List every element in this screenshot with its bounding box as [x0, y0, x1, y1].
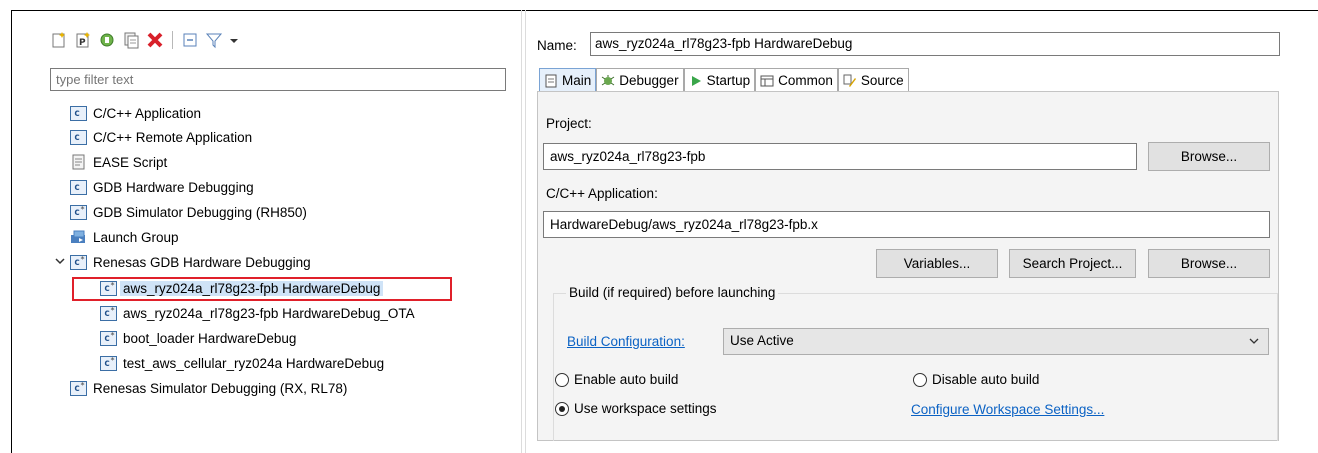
- name-row: Name:: [537, 38, 577, 53]
- filter-input[interactable]: [50, 68, 506, 91]
- c-star-icon: c *: [70, 254, 87, 270]
- svg-text:P: P: [79, 38, 86, 48]
- c-star-icon: c *: [100, 280, 117, 296]
- launch-config-editor: Name: aws_ryz024a_rl78g23-fpb HardwareDe…: [533, 22, 1293, 452]
- tree-item-label: Launch Group: [93, 229, 179, 245]
- configure-workspace-settings-link[interactable]: Configure Workspace Settings...: [911, 402, 1104, 417]
- tree-item-label: GDB Hardware Debugging: [93, 179, 254, 195]
- project-field[interactable]: aws_ryz024a_rl78g23-fpb: [543, 143, 1137, 170]
- export-icon[interactable]: [98, 31, 116, 49]
- c-star-icon: c *: [70, 204, 87, 220]
- radio-use-workspace-settings[interactable]: Use workspace settings: [555, 401, 717, 416]
- toolbar-separator: [172, 31, 173, 49]
- tree-item-gdb-simulator-debugging[interactable]: c * GDB Simulator Debugging (RH850): [70, 201, 307, 223]
- project-browse-button[interactable]: Browse...: [1148, 142, 1270, 171]
- new-launch-config-icon[interactable]: [50, 31, 68, 49]
- radio-enable-auto-build[interactable]: Enable auto build: [555, 372, 678, 387]
- c-star-icon: c *: [70, 380, 87, 396]
- script-icon: [70, 154, 87, 170]
- c-star-icon: c *: [100, 355, 117, 371]
- startup-tab-icon: [689, 74, 703, 88]
- tree-item-aws-hardwaredebug-ota[interactable]: c * aws_ryz024a_rl78g23-fpb HardwareDebug…: [100, 302, 415, 324]
- cpp-application-label: C/C++ Application:: [546, 186, 658, 201]
- tree-item-label: C/C++ Application: [93, 105, 202, 121]
- tree-item-launch-group[interactable]: Launch Group: [70, 226, 179, 248]
- chevron-down-icon[interactable]: [54, 254, 66, 268]
- build-configuration-select[interactable]: Use Active: [723, 328, 1269, 355]
- tab-debugger[interactable]: Debugger: [596, 68, 684, 92]
- launch-config-panel: P c C/C++ Application c C/C++ Remote A: [50, 22, 510, 452]
- new-prototype-icon[interactable]: P: [74, 31, 92, 49]
- tab-label: Source: [860, 73, 904, 88]
- name-label: Name:: [537, 38, 577, 53]
- build-configuration-link[interactable]: Build Configuration:: [567, 334, 685, 349]
- launch-config-toolbar: P: [50, 28, 239, 52]
- tree-item-aws-hardwaredebug-selected[interactable]: c * aws_ryz024a_rl78g23-fpb HardwareDebug: [100, 277, 384, 299]
- variables-button[interactable]: Variables...: [876, 249, 998, 278]
- main-tab-content: Project: aws_ryz024a_rl78g23-fpb Browse.…: [537, 91, 1279, 441]
- radio-button[interactable]: [555, 372, 569, 387]
- common-tab-icon: [760, 74, 774, 88]
- search-project-button[interactable]: Search Project...: [1009, 249, 1136, 278]
- tab-label: Startup: [706, 73, 751, 88]
- tree-item-test-aws-cellular[interactable]: c * test_aws_cellular_ryz024a HardwareDeb…: [100, 352, 384, 374]
- main-tab-icon: [544, 74, 558, 88]
- c-icon: c: [70, 129, 87, 145]
- tree-item-label: Renesas GDB Hardware Debugging: [93, 254, 311, 270]
- config-tabs: Main Debugger Startup Common Source: [539, 68, 909, 92]
- tree-item-label: boot_loader HardwareDebug: [123, 330, 297, 346]
- radio-label: Use workspace settings: [574, 401, 717, 416]
- chevron-down-icon: [1248, 334, 1260, 351]
- tree-item-label: GDB Simulator Debugging (RH850): [93, 204, 307, 220]
- tree-item-renesas-gdb-hardware-debugging[interactable]: c * Renesas GDB Hardware Debugging: [55, 251, 311, 273]
- tree-item-label: test_aws_cellular_ryz024a HardwareDebug: [123, 355, 385, 371]
- build-configuration-value: Use Active: [730, 333, 794, 348]
- build-before-launch-group: [553, 293, 1278, 441]
- radio-button[interactable]: [555, 401, 569, 416]
- view-menu-icon[interactable]: [229, 31, 239, 49]
- panel-divider[interactable]: [521, 10, 522, 453]
- c-icon: c: [70, 179, 87, 195]
- tab-label: Common: [778, 73, 833, 88]
- tab-main[interactable]: Main: [539, 68, 597, 92]
- tree-item-renesas-simulator-debugging[interactable]: c * Renesas Simulator Debugging (RX, RL78…: [70, 377, 347, 399]
- radio-label: Disable auto build: [932, 372, 1040, 387]
- radio-button[interactable]: [913, 372, 927, 387]
- duplicate-icon[interactable]: [122, 31, 140, 49]
- tab-label: Debugger: [619, 73, 679, 88]
- project-label: Project:: [546, 116, 592, 131]
- tree-item-label: Renesas Simulator Debugging (RX, RL78): [93, 380, 348, 396]
- tree-item-label: aws_ryz024a_rl78g23-fpb HardwareDebug: [120, 280, 384, 296]
- tree-item-ease-script[interactable]: EASE Script: [70, 151, 167, 173]
- tree-item-label: C/C++ Remote Application: [93, 129, 253, 145]
- cpp-application-field[interactable]: HardwareDebug/aws_ryz024a_rl78g23-fpb.x: [543, 211, 1270, 238]
- c-star-icon: c *: [100, 305, 117, 321]
- tree-item-gdb-hardware-debugging[interactable]: c GDB Hardware Debugging: [70, 176, 254, 198]
- application-browse-button[interactable]: Browse...: [1148, 249, 1270, 278]
- c-icon: c: [70, 105, 87, 121]
- launch-group-icon: [70, 229, 87, 245]
- name-field[interactable]: aws_ryz024a_rl78g23-fpb HardwareDebug: [590, 32, 1280, 56]
- build-group-title: Build (if required) before launching: [566, 285, 779, 300]
- tree-item-cpp-application[interactable]: c C/C++ Application: [70, 102, 201, 124]
- source-tab-icon: [843, 74, 857, 88]
- debugger-tab-icon: [601, 74, 615, 88]
- filter-icon[interactable]: [205, 31, 223, 49]
- radio-disable-auto-build[interactable]: Disable auto build: [913, 372, 1039, 387]
- tab-source[interactable]: Source: [837, 68, 909, 92]
- panel-divider: [525, 10, 526, 453]
- tree-item-cpp-remote-application[interactable]: c C/C++ Remote Application: [70, 126, 252, 148]
- tree-item-label: aws_ryz024a_rl78g23-fpb HardwareDebug_OT…: [123, 305, 415, 321]
- tab-startup[interactable]: Startup: [683, 68, 756, 92]
- tree-item-label: EASE Script: [93, 154, 168, 170]
- tab-label: Main: [562, 73, 592, 88]
- delete-icon[interactable]: [146, 31, 164, 49]
- radio-label: Enable auto build: [574, 372, 679, 387]
- collapse-all-icon[interactable]: [181, 31, 199, 49]
- tab-common[interactable]: Common: [755, 68, 838, 92]
- tree-item-boot-loader[interactable]: c * boot_loader HardwareDebug: [100, 327, 296, 349]
- c-star-icon: c *: [100, 330, 117, 346]
